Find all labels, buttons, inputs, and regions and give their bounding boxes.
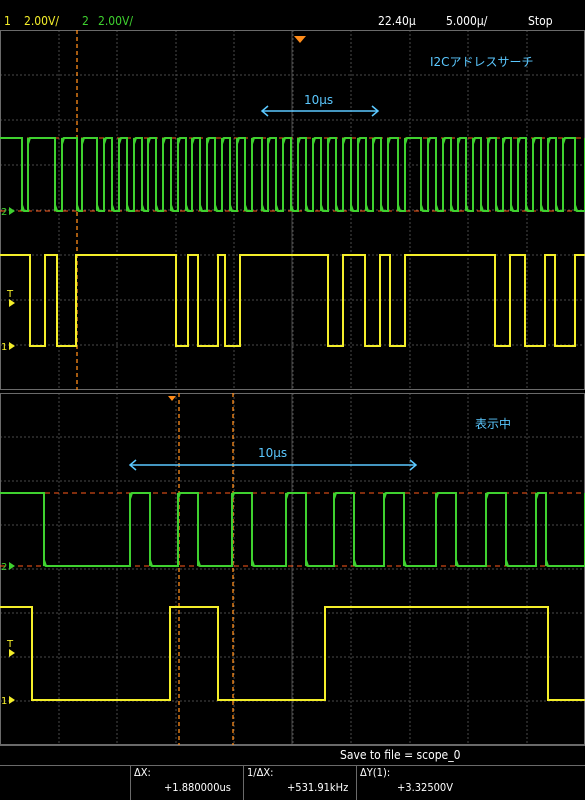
lower-trigger-pos-marker[interactable] [168, 396, 176, 401]
svg-text:2: 2 [1, 562, 7, 573]
lower-pane-title: 表示中 [475, 416, 511, 431]
inverse-delta-x-value: +531.91kHz [287, 781, 349, 794]
col-divider-2 [243, 765, 244, 800]
upper-pane-title: I2Cアドレスサーチ [430, 55, 534, 69]
upper-trigger-level-marker[interactable]: T [6, 289, 15, 307]
bottom-top-rule [0, 745, 585, 746]
delta-x-value: +1.880000us [164, 781, 231, 794]
lower-10us-arrow [128, 459, 418, 471]
lower-span-label: 10µs [258, 446, 287, 460]
delta-y-value: +3.32500V [397, 781, 453, 794]
lower-trigger-level-marker[interactable]: T [6, 639, 15, 657]
upper-ch1-ground-marker[interactable]: 1 [1, 342, 15, 353]
bottom-mid-rule [0, 765, 585, 766]
svg-text:T: T [6, 289, 14, 300]
inverse-delta-x-label: 1/ΔX: [247, 766, 274, 779]
measurement-panel: Save to file = scope_0 ΔX: +1.880000us 1… [0, 745, 585, 800]
upper-10us-arrow [260, 105, 380, 117]
save-to-file-label[interactable]: Save to file = scope_0 [340, 749, 460, 761]
delta-x-label: ΔX: [134, 766, 151, 779]
svg-text:2: 2 [1, 207, 7, 218]
col-divider-1 [130, 765, 131, 800]
upper-ch2-ground-marker[interactable]: 2 [1, 207, 15, 218]
upper-span-label: 10µs [304, 93, 333, 107]
lower-ch2-ground-marker[interactable]: 2 [1, 562, 15, 573]
upper-trigger-pos-marker[interactable] [294, 36, 306, 43]
delta-y-label: ΔY(1): [360, 766, 391, 779]
svg-text:1: 1 [1, 696, 7, 707]
col-divider-3 [356, 765, 357, 800]
scope-display[interactable]: 2 T 1 2 T 1 10µs I2Cアドレスサーチ 10µs 表示中 [0, 0, 585, 745]
svg-text:T: T [6, 639, 14, 650]
svg-text:1: 1 [1, 342, 7, 353]
